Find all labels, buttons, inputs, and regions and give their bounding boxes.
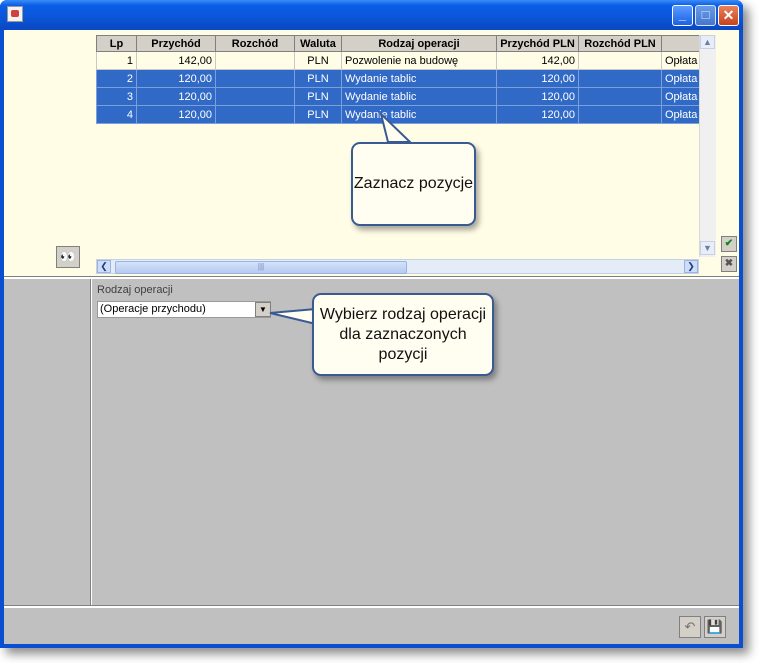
cell-opis[interactable]: Opłata [660, 87, 702, 106]
cross-icon[interactable]: ✖ [721, 256, 737, 272]
horizontal-scroll-thumb[interactable]: ||| [115, 261, 407, 274]
scroll-down-icon[interactable]: ▼ [700, 241, 715, 255]
left-toolbar-panel: 👀 [4, 30, 92, 276]
binoculars-icon[interactable]: 👀 [56, 246, 80, 268]
cell-rodzaj-operacji[interactable]: Wydanie tablic [341, 69, 497, 88]
cell-opis[interactable]: Opłata [660, 69, 702, 88]
operations-table: Lp Przychód Rozchód Waluta Rodzaj operac… [96, 35, 702, 124]
cell-rozchod[interactable] [215, 69, 295, 88]
callout-pointer [269, 307, 317, 326]
cell-lp[interactable]: 4 [96, 105, 137, 124]
cell-waluta[interactable]: PLN [294, 51, 342, 70]
cell-lp[interactable]: 1 [96, 51, 137, 70]
cell-lp[interactable]: 3 [96, 87, 137, 106]
cell-opis[interactable]: Opłata [660, 105, 702, 124]
horizontal-scrollbar[interactable]: ❮ ||| ❯ [96, 259, 699, 274]
cell-przychod[interactable]: 120,00 [136, 105, 216, 124]
table-header-row: Lp Przychód Rozchód Waluta Rodzaj operac… [96, 35, 702, 52]
cell-rozchod-pln[interactable] [578, 105, 662, 124]
divider [4, 276, 739, 279]
cell-przychod-pln[interactable]: 142,00 [496, 51, 579, 70]
column-header-extra[interactable] [660, 35, 702, 52]
vertical-scrollbar[interactable]: ▲ ▼ [699, 35, 716, 257]
checkmark-icon[interactable]: ✔ [721, 236, 737, 252]
column-header-rozchod[interactable]: Rozchód [215, 35, 295, 52]
app-icon[interactable] [7, 6, 23, 22]
operation-type-label: Rodzaj operacji [97, 284, 173, 296]
cell-przychod-pln[interactable]: 120,00 [496, 105, 579, 124]
table-row-selected[interactable]: 3 120,00 PLN Wydanie tablic 120,00 Opłat… [96, 87, 702, 106]
cell-waluta[interactable]: PLN [294, 87, 342, 106]
undo-icon[interactable]: ↶ [679, 616, 701, 638]
column-header-przychod[interactable]: Przychód [136, 35, 216, 52]
cell-waluta[interactable]: PLN [294, 69, 342, 88]
cell-rozchod-pln[interactable] [578, 51, 662, 70]
divider [4, 605, 739, 608]
title-bar[interactable]: _ □ ✕ [0, 0, 743, 30]
cell-rozchod-pln[interactable] [578, 87, 662, 106]
cell-rodzaj-operacji[interactable]: Wydanie tablic [341, 87, 497, 106]
scroll-left-icon[interactable]: ❮ [97, 260, 111, 273]
column-header-rozchod-pln[interactable]: Rozchód PLN [578, 35, 662, 52]
cell-waluta[interactable]: PLN [294, 105, 342, 124]
maximize-button[interactable]: □ [695, 5, 716, 26]
cell-przychod-pln[interactable]: 120,00 [496, 87, 579, 106]
cell-przychod[interactable]: 142,00 [136, 51, 216, 70]
cell-opis[interactable]: Opłata [660, 51, 702, 70]
cell-rozchod[interactable] [215, 51, 295, 70]
bottom-left-panel [4, 279, 90, 605]
table-row-selected[interactable]: 2 120,00 PLN Wydanie tablic 120,00 Opłat… [96, 69, 702, 88]
cell-lp[interactable]: 2 [96, 69, 137, 88]
callout-pointer [379, 112, 413, 143]
table-row[interactable]: 1 142,00 PLN Pozwolenie na budowę 142,00… [96, 51, 702, 70]
column-header-przychod-pln[interactable]: Przychód PLN [496, 35, 579, 52]
minimize-button[interactable]: _ [672, 5, 693, 26]
column-header-waluta[interactable]: Waluta [294, 35, 342, 52]
scroll-up-icon[interactable]: ▲ [700, 35, 715, 49]
cell-rozchod-pln[interactable] [578, 69, 662, 88]
cell-rodzaj-operacji[interactable]: Wydanie tablic [341, 105, 497, 124]
close-button[interactable]: ✕ [718, 5, 739, 26]
cell-rozchod[interactable] [215, 87, 295, 106]
cell-rodzaj-operacji[interactable]: Pozwolenie na budowę [341, 51, 497, 70]
cell-przychod-pln[interactable]: 120,00 [496, 69, 579, 88]
column-header-lp[interactable]: Lp [96, 35, 137, 52]
operation-type-select[interactable]: (Operacje przychodu) [97, 301, 271, 318]
floppy-disk-icon[interactable]: 💾 [704, 616, 726, 638]
column-header-rodzaj-operacji[interactable]: Rodzaj operacji [341, 35, 497, 52]
divider [90, 279, 92, 605]
cell-rozchod[interactable] [215, 105, 295, 124]
tooltip-choose-operation: Wybierz rodzaj operacji dla zaznaczonych… [312, 293, 494, 376]
cell-przychod[interactable]: 120,00 [136, 87, 216, 106]
scroll-right-icon[interactable]: ❯ [684, 260, 698, 273]
cell-przychod[interactable]: 120,00 [136, 69, 216, 88]
tooltip-select-rows: Zaznacz pozycje [351, 142, 476, 226]
